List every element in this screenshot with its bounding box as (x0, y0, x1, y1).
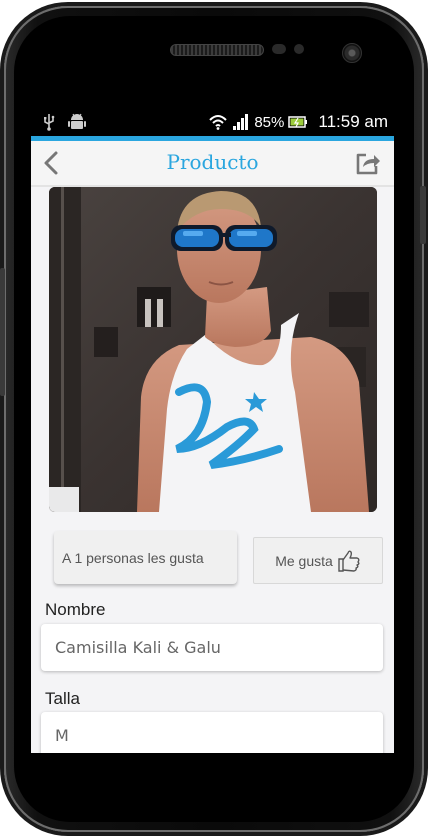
name-field-value: Camisilla Kali & Galu (55, 638, 221, 657)
battery-percentage: 85% (254, 113, 285, 131)
share-icon[interactable] (354, 149, 382, 177)
product-photo-image (49, 187, 377, 512)
clock: 11:59 am (318, 112, 388, 131)
front-camera (342, 43, 362, 63)
like-button[interactable]: Me gusta (253, 537, 383, 584)
volume-rocker[interactable] (0, 268, 5, 396)
phone-screen: 85% 11:59 am Producto A 1 personas les g… (31, 108, 394, 753)
like-button-label: Me gusta (275, 552, 333, 569)
product-photo (49, 187, 377, 512)
wifi-icon (209, 115, 228, 130)
thumbs-up-icon (338, 550, 360, 572)
app-bar: Producto (31, 141, 394, 187)
light-sensor (294, 44, 304, 54)
usb-icon (44, 114, 55, 131)
size-label: Talla (45, 689, 80, 708)
product-content: A 1 personas les gusta Me gusta Nombre C… (31, 187, 394, 753)
likes-count: A 1 personas les gusta (54, 531, 237, 584)
name-label: Nombre (45, 600, 106, 619)
size-field-value: M (55, 726, 69, 745)
status-bar: 85% 11:59 am (31, 108, 394, 136)
earpiece-speaker (170, 44, 264, 56)
size-field[interactable]: M (41, 712, 383, 753)
proximity-sensor (272, 44, 286, 54)
signal-icon (233, 114, 249, 130)
power-button[interactable] (420, 186, 426, 244)
likes-count-text: A 1 personas les gusta (62, 549, 204, 566)
android-debug-icon (68, 113, 86, 129)
name-field[interactable]: Camisilla Kali & Galu (41, 624, 383, 671)
battery-icon (288, 116, 308, 128)
page-title: Producto (166, 150, 259, 174)
